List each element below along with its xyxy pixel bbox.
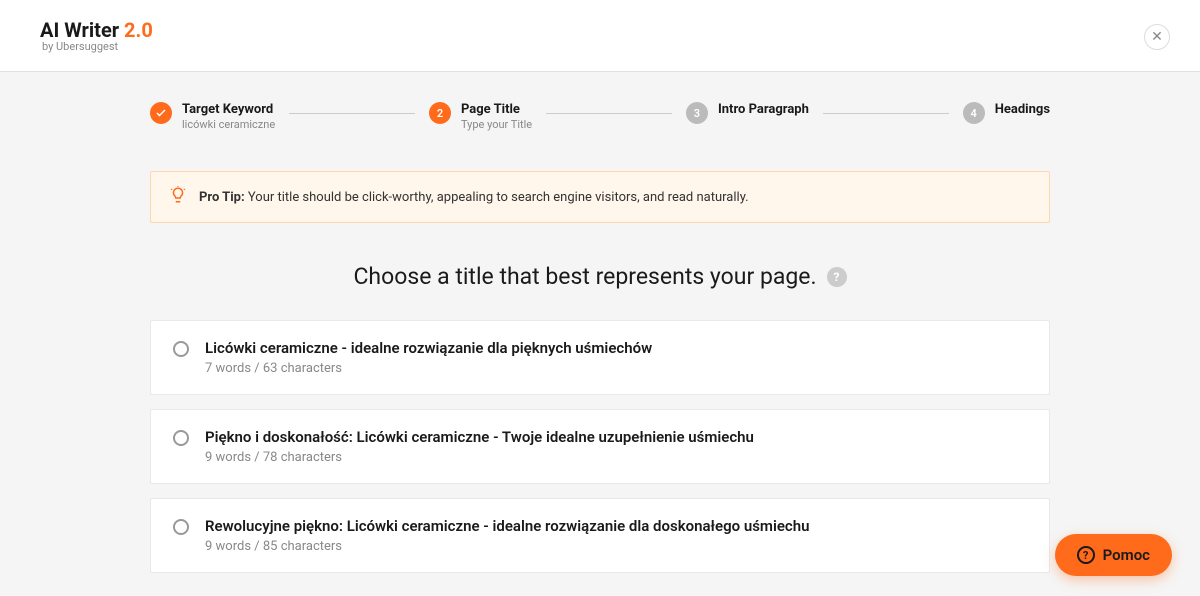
option-meta: 9 words / 78 characters <box>205 450 754 465</box>
step-title: Intro Paragraph <box>718 102 809 117</box>
radio-icon[interactable] <box>173 341 189 357</box>
option-title: Rewolucyjne piękno: Licówki ceramiczne -… <box>205 517 809 535</box>
step-number-icon: 2 <box>429 102 451 124</box>
title-option[interactable]: Rewolucyjne piękno: Licówki ceramiczne -… <box>150 498 1050 573</box>
step-headings[interactable]: 4 Headings <box>963 102 1050 124</box>
step-page-title[interactable]: 2 Page Title Type your Title <box>429 102 532 131</box>
radio-icon[interactable] <box>173 430 189 446</box>
title-option[interactable]: Piękno i doskonałość: Licówki ceramiczne… <box>150 409 1050 484</box>
logo-title: AI Writer 2.0 <box>40 18 153 42</box>
question-icon: ? <box>1077 546 1095 564</box>
option-body: Licówki ceramiczne - idealne rozwiązanie… <box>205 339 652 376</box>
step-labels: Intro Paragraph <box>718 102 809 117</box>
step-connector <box>823 113 949 114</box>
lightbulb-icon <box>169 186 187 208</box>
option-title: Licówki ceramiczne - idealne rozwiązanie… <box>205 339 652 357</box>
step-intro-paragraph[interactable]: 3 Intro Paragraph <box>686 102 809 124</box>
section-heading: Choose a title that best represents your… <box>150 263 1050 290</box>
close-button[interactable]: ✕ <box>1144 24 1170 50</box>
step-labels: Headings <box>995 102 1050 117</box>
heading-text: Choose a title that best represents your… <box>353 263 816 290</box>
step-number-icon: 3 <box>686 102 708 124</box>
tip-body: Your title should be click-worthy, appea… <box>245 190 749 205</box>
option-body: Rewolucyjne piękno: Licówki ceramiczne -… <box>205 517 809 554</box>
logo-subtitle: by Ubersuggest <box>42 40 118 53</box>
logo-text-accent: 2.0 <box>124 18 153 42</box>
step-subtitle: Type your Title <box>461 118 532 131</box>
option-title: Piękno i doskonałość: Licówki ceramiczne… <box>205 428 754 446</box>
step-subtitle: licówki ceramiczne <box>182 118 275 131</box>
step-connector <box>546 113 672 114</box>
option-meta: 9 words / 85 characters <box>205 539 809 554</box>
radio-icon[interactable] <box>173 519 189 535</box>
option-body: Piękno i doskonałość: Licówki ceramiczne… <box>205 428 754 465</box>
tip-label: Pro Tip: <box>199 190 245 205</box>
check-icon <box>150 102 172 124</box>
main-content: Target Keyword licówki ceramiczne 2 Page… <box>0 72 1200 573</box>
app-logo: AI Writer 2.0 by Ubersuggest <box>40 18 153 53</box>
step-labels: Target Keyword licówki ceramiczne <box>182 102 275 131</box>
logo-text-main: AI Writer <box>40 18 124 42</box>
progress-stepper: Target Keyword licówki ceramiczne 2 Page… <box>150 102 1050 131</box>
pro-tip-banner: Pro Tip: Your title should be click-wort… <box>150 171 1050 223</box>
step-target-keyword[interactable]: Target Keyword licówki ceramiczne <box>150 102 275 131</box>
close-icon: ✕ <box>1151 29 1163 45</box>
tip-text: Pro Tip: Your title should be click-wort… <box>199 190 749 205</box>
help-icon[interactable]: ? <box>827 267 847 287</box>
option-meta: 7 words / 63 characters <box>205 361 652 376</box>
help-label: Pomoc <box>1103 546 1150 564</box>
help-button[interactable]: ? Pomoc <box>1055 534 1172 576</box>
step-labels: Page Title Type your Title <box>461 102 532 131</box>
step-connector <box>289 113 415 114</box>
app-header: AI Writer 2.0 by Ubersuggest ✕ <box>0 0 1200 72</box>
title-option[interactable]: Licówki ceramiczne - idealne rozwiązanie… <box>150 320 1050 395</box>
step-title: Page Title <box>461 102 532 117</box>
step-title: Headings <box>995 102 1050 117</box>
step-number-icon: 4 <box>963 102 985 124</box>
step-title: Target Keyword <box>182 102 275 117</box>
